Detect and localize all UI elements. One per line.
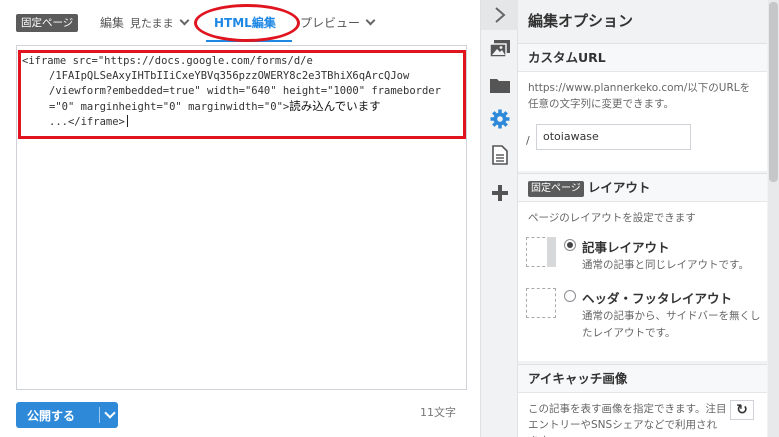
custom-url-section: カスタムURL https://www.plannerkeko.com/以下のU…: [518, 43, 767, 171]
icon-toolbar: [480, 0, 519, 437]
url-slash: /: [526, 134, 530, 147]
refresh-icon[interactable]: ↻: [730, 400, 754, 420]
layout-option-label: ヘッダ・フッタレイアウト: [582, 291, 733, 306]
layout-option-desc: 通常の記事から、サイドバーを無くしたレイアウトです。: [582, 310, 761, 339]
publish-label: 公開する: [27, 409, 76, 423]
tab-wysiwyg[interactable]: 編集 見たまま: [100, 15, 189, 32]
layout-section: 固定ページ レイアウト ページのレイアウトを設定できます 記事レイアウト 通常の記…: [518, 173, 767, 361]
edit-options-panel: 編集オプション カスタムURL https://www.plannerkeko.…: [518, 0, 779, 437]
tab-wysiwyg-label: 編集: [100, 16, 125, 30]
tab-preview[interactable]: プレビュー: [300, 15, 376, 31]
annotation-rectangle: [18, 50, 466, 139]
folder-icon[interactable]: [481, 68, 519, 102]
radio-article-layout[interactable]: [564, 239, 576, 251]
layout-option-label: 記事レイアウト: [582, 240, 670, 255]
eyecatch-section: アイキャッチ画像 この記事を表す画像を指定できます。注目エントリーやSNSシェア…: [518, 364, 767, 437]
tab-preview-label: プレビュー: [300, 16, 361, 30]
layout-thumb-sidebar-icon: [526, 237, 556, 267]
layout-option-header-footer[interactable]: ヘッダ・フッタレイアウト 通常の記事から、サイドバーを無くしたレイアウトです。: [526, 288, 761, 348]
page-type-badge: 固定ページ: [16, 14, 79, 32]
panel-scrollbar-thumb[interactable]: [769, 2, 778, 182]
editor-area: 固定ページ 編集 見たまま HTML編集 プレビュー <iframe src="…: [0, 0, 480, 437]
chevron-down-icon: [179, 15, 189, 26]
layout-option-article[interactable]: 記事レイアウト 通常の記事と同じレイアウトです。: [526, 237, 761, 279]
layout-desc: ページのレイアウトを設定できます: [528, 212, 696, 224]
publish-separator: [99, 407, 100, 423]
char-count: 11文字: [420, 406, 456, 419]
chevron-down-icon[interactable]: [104, 407, 116, 419]
editor-mode-bar: 固定ページ 編集 見たまま HTML編集 プレビュー: [0, 0, 480, 44]
layout-page-badge: 固定ページ: [528, 181, 584, 197]
layout-heading: 固定ページ レイアウト: [518, 174, 767, 202]
radio-header-footer-layout[interactable]: [564, 290, 576, 302]
tab-wysiwyg-sub: 見たまま: [129, 17, 174, 30]
image-icon[interactable]: [481, 31, 519, 65]
custom-url-heading: カスタムURL: [518, 44, 767, 72]
panel-title: 編集オプション: [528, 12, 634, 30]
custom-url-input[interactable]: otoiawase: [536, 124, 691, 150]
custom-url-desc: https://www.plannerkeko.com/以下のURLを任意の文字…: [528, 82, 751, 110]
eyecatch-heading: アイキャッチ画像: [518, 365, 767, 393]
annotation-ellipse: [194, 4, 300, 42]
gear-icon[interactable]: [481, 102, 519, 136]
layout-thumb-full-icon: [526, 288, 556, 318]
layout-option-desc: 通常の記事と同じレイアウトです。: [582, 259, 749, 271]
document-icon[interactable]: [481, 138, 519, 172]
layout-heading-label: レイアウト: [587, 180, 651, 195]
chevron-down-icon: [365, 15, 376, 26]
plus-icon[interactable]: [481, 176, 519, 210]
chevron-right-icon[interactable]: [481, 0, 519, 30]
publish-button[interactable]: 公開する: [16, 402, 118, 428]
